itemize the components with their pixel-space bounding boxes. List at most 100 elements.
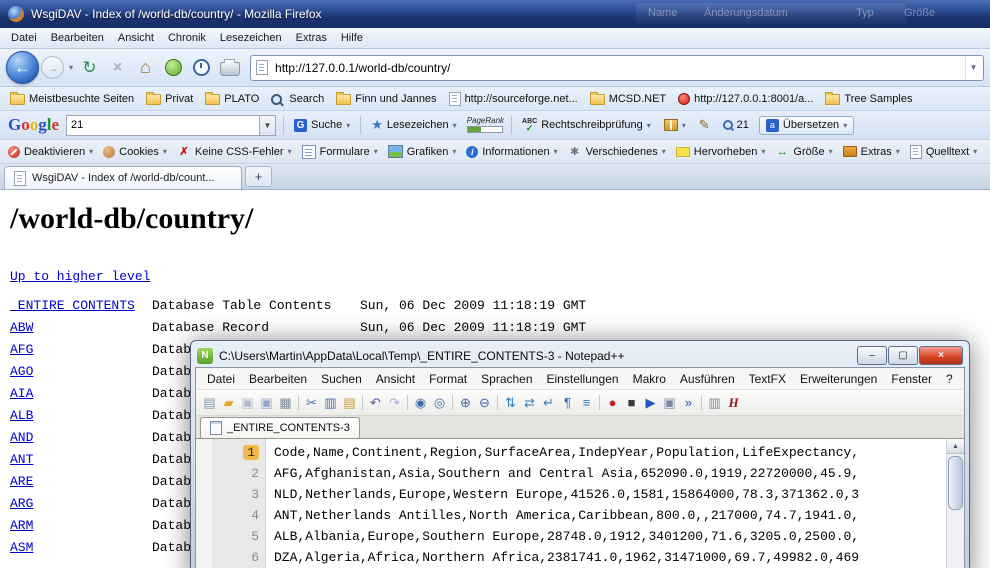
autofill-button[interactable]: ✎ <box>696 115 713 135</box>
directory-link[interactable]: AGO <box>10 361 152 383</box>
sync-vertical-scroll-icon[interactable]: ⇅ <box>501 393 520 412</box>
webdev-informationen[interactable]: iInformationen▾ <box>461 144 562 160</box>
url-input[interactable] <box>273 60 960 76</box>
bookmark-privat[interactable]: Privat <box>140 90 199 107</box>
show-all-characters-icon[interactable]: ¶ <box>558 393 577 412</box>
firefox-menu-datei[interactable]: Datei <box>4 30 44 46</box>
pagerank-widget[interactable]: PageRank <box>467 117 504 133</box>
search-dropdown-icon[interactable]: ▼ <box>259 116 275 135</box>
scrollbar-thumb[interactable] <box>948 456 963 510</box>
npp-document-tab[interactable]: _ENTIRE_CONTENTS-3 <box>200 417 360 438</box>
npp-menu-ausf-hren[interactable]: Ausführen <box>673 370 742 388</box>
save-macro-icon[interactable]: ▣ <box>660 393 679 412</box>
vertical-scrollbar[interactable]: ▲ <box>946 439 964 568</box>
directory-link[interactable]: ARG <box>10 493 152 515</box>
minimize-button[interactable]: – <box>857 346 887 365</box>
notepad-window[interactable]: N C:\Users\Martin\AppData\Local\Temp\_EN… <box>190 340 970 568</box>
firefox-titlebar[interactable]: WsgiDAV - Index of /world-db/country/ - … <box>0 0 990 28</box>
npp-menu-ansicht[interactable]: Ansicht <box>369 370 422 388</box>
npp-menu-einstellungen[interactable]: Einstellungen <box>540 370 626 388</box>
find-replace-icon[interactable]: ◎ <box>430 393 449 412</box>
webdev-extras[interactable]: Extras▾ <box>838 144 905 160</box>
notepad-titlebar[interactable]: N C:\Users\Martin\AppData\Local\Temp\_EN… <box>195 344 965 367</box>
directory-link[interactable]: ABW <box>10 317 152 339</box>
up-to-higher-level-link[interactable]: Up to higher level <box>10 269 150 284</box>
firefox-menu-ansicht[interactable]: Ansicht <box>111 30 161 46</box>
directory-link[interactable]: _ENTIRE_CONTENTS <box>10 295 152 317</box>
search-hits-widget[interactable]: 21 <box>720 117 752 133</box>
save-all-icon[interactable]: ▣ <box>257 393 276 412</box>
google-bookmarks-button[interactable]: ★ Lesezeichen ▾ <box>368 115 459 135</box>
url-bar[interactable]: ▼ <box>250 55 984 81</box>
scroll-up-icon[interactable]: ▲ <box>947 439 964 454</box>
webdev-hervorheben[interactable]: Hervorheben▾ <box>671 144 771 160</box>
firefox-menu-lesezeichen[interactable]: Lesezeichen <box>213 30 289 46</box>
home-icon[interactable]: ⌂ <box>134 56 157 80</box>
directory-link[interactable]: ARE <box>10 471 152 493</box>
new-file-icon[interactable]: ▤ <box>200 393 219 412</box>
bookmark-search[interactable]: Search <box>265 91 330 107</box>
firefox-menu-bearbeiten[interactable]: Bearbeiten <box>44 30 111 46</box>
bookmark-mcsd-net[interactable]: MCSD.NET <box>584 90 672 107</box>
google-search-box[interactable]: ▼ <box>66 115 276 136</box>
history-button[interactable] <box>190 56 213 80</box>
directory-link[interactable]: AIA <box>10 383 152 405</box>
directory-link[interactable]: AFG <box>10 339 152 361</box>
print-button[interactable] <box>218 56 241 80</box>
npp-menu-sprachen[interactable]: Sprachen <box>474 370 539 388</box>
find-icon[interactable]: ◉ <box>411 393 430 412</box>
undo-icon[interactable]: ↶ <box>366 393 385 412</box>
bookmark-plato[interactable]: PLATO <box>199 90 265 107</box>
webdev-verschiedenes[interactable]: ✱Verschiedenes▾ <box>563 143 671 161</box>
sendto-button[interactable]: ▾ <box>661 117 689 133</box>
directory-link[interactable]: AND <box>10 427 152 449</box>
maximize-button[interactable]: ▢ <box>888 346 918 365</box>
paste-icon[interactable]: ▤ <box>340 393 359 412</box>
record-macro-icon[interactable]: ● <box>603 393 622 412</box>
google-search-button[interactable]: G Suche ▾ <box>291 117 353 134</box>
url-dropdown-icon[interactable]: ▼ <box>965 56 981 80</box>
play-macro-icon[interactable]: ▶ <box>641 393 660 412</box>
forward-button[interactable]: → <box>41 56 64 79</box>
npp-menu-makro[interactable]: Makro <box>626 370 673 388</box>
open-folder-icon[interactable]: ▰ <box>219 393 238 412</box>
close-button[interactable]: × <box>919 346 963 365</box>
npp-menu-suchen[interactable]: Suchen <box>314 370 369 388</box>
bookmark-http-127-0-0-1-8001-a[interactable]: http://127.0.0.1:8001/a... <box>672 91 819 107</box>
translate-button[interactable]: a Übersetzen ▾ <box>759 116 854 135</box>
firefox-menu-chronik[interactable]: Chronik <box>161 30 213 46</box>
redo-icon[interactable]: ↷ <box>385 393 404 412</box>
view-in-html-icon[interactable]: H <box>724 393 743 412</box>
webdev-formulare[interactable]: Formulare▾ <box>297 143 383 161</box>
directory-link[interactable]: ANT <box>10 449 152 471</box>
zoom-in-icon[interactable]: ⊕ <box>456 393 475 412</box>
firefox-menu-extras[interactable]: Extras <box>289 30 334 46</box>
webdev-cookies[interactable]: Cookies▾ <box>98 144 172 160</box>
doc-close-button[interactable]: X <box>960 370 965 388</box>
npp-menu-[interactable]: ? <box>939 370 960 388</box>
google-search-input[interactable] <box>67 116 259 135</box>
copy-icon[interactable]: ▥ <box>321 393 340 412</box>
webdev-quelltext[interactable]: Quelltext▾ <box>905 143 982 161</box>
npp-code[interactable]: Code,Name,Continent,Region,SurfaceArea,I… <box>266 439 946 568</box>
webdev-gr-e[interactable]: ↔Größe▾ <box>770 143 837 161</box>
npp-menu-format[interactable]: Format <box>422 370 474 388</box>
word-wrap-icon[interactable]: ↵ <box>539 393 558 412</box>
bookmark-http-sourceforge-net[interactable]: http://sourceforge.net... <box>443 90 584 108</box>
npp-menu-textfx[interactable]: TextFX <box>742 370 793 388</box>
npp-menu-erweiterungen[interactable]: Erweiterungen <box>793 370 884 388</box>
directory-link[interactable]: ALB <box>10 405 152 427</box>
npp-editor[interactable]: 123456 Code,Name,Continent,Region,Surfac… <box>196 439 964 568</box>
history-dropdown-icon[interactable]: ▾ <box>69 63 73 72</box>
save-icon[interactable]: ▣ <box>238 393 257 412</box>
tab-wsgidav[interactable]: WsgiDAV - Index of /world-db/count... <box>4 166 242 189</box>
run-macro-multiple-icon[interactable]: » <box>679 393 698 412</box>
npp-menu-fenster[interactable]: Fenster <box>884 370 939 388</box>
spellcheck-button[interactable]: ABC ✓ Rechtschreibprüfung ▾ <box>519 117 654 133</box>
zoom-out-icon[interactable]: ⊖ <box>475 393 494 412</box>
npp-menu-datei[interactable]: Datei <box>200 370 242 388</box>
refresh-icon[interactable]: ↻ <box>78 56 101 80</box>
firefox-menu-hilfe[interactable]: Hilfe <box>334 30 370 46</box>
webdev-grafiken[interactable]: Grafiken▾ <box>383 143 462 160</box>
print-icon[interactable]: ▦ <box>276 393 295 412</box>
